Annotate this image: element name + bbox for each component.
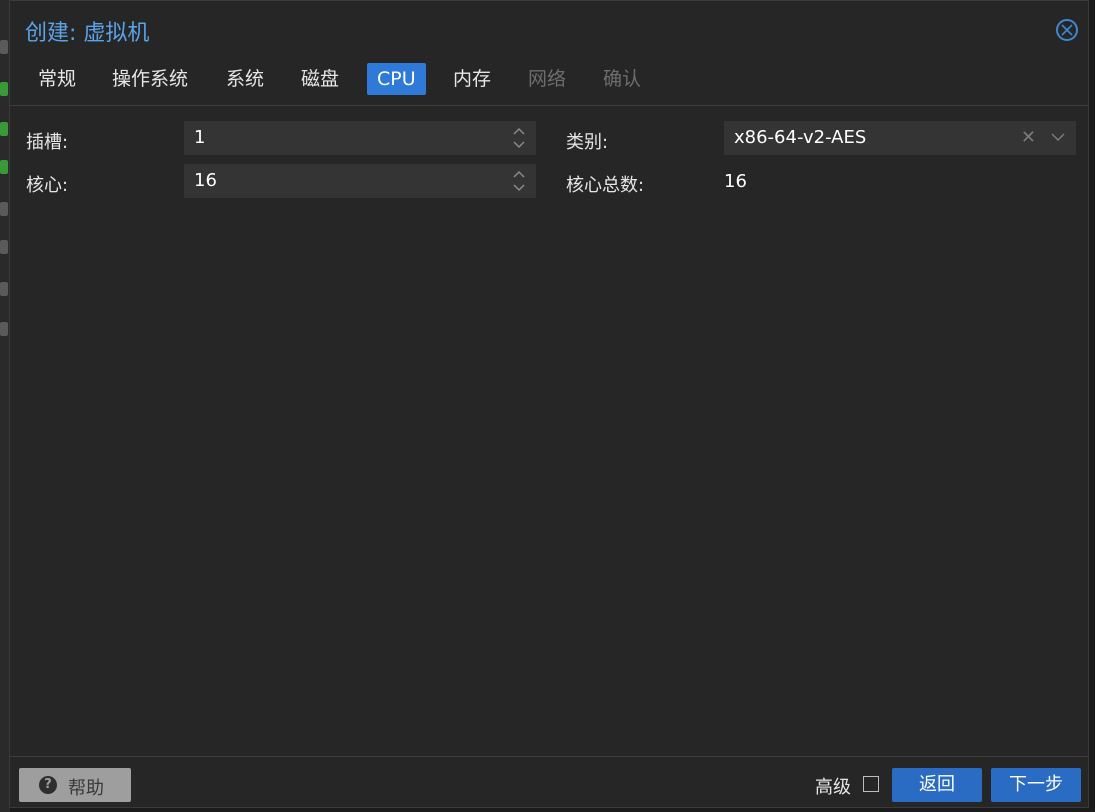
cpu-type-value: x86-64-v2-AES [734,127,867,148]
tab-confirm: 确认 [603,68,642,90]
tab-disks[interactable]: 磁盘 [291,63,349,95]
spinner-icon[interactable] [512,125,526,151]
vm-running-icon [0,160,8,174]
server-icon [0,40,8,54]
dialog-footer: ? 帮助 高级 返回 下一步 [10,756,1088,807]
cores-value: 16 [194,170,217,191]
spinner-icon[interactable] [512,168,526,194]
advanced-checkbox[interactable] [863,776,879,792]
tab-system[interactable]: 系统 [216,63,274,95]
tab-network: 网络 [528,68,567,90]
vm-running-icon [0,122,8,136]
tab-memory[interactable]: 内存 [443,63,501,95]
close-icon [1061,24,1073,36]
question-icon: ? [39,776,57,794]
tab-cpu[interactable]: CPU [367,63,426,95]
cores-field[interactable]: 16 [184,164,536,198]
vm-running-icon [0,82,8,96]
create-vm-dialog: 创建: 虚拟机 常规 操作系统 系统 磁盘 CPU 内存 网络 确认 插槽: 1… [9,0,1089,808]
wizard-tabs: 常规 操作系统 系统 磁盘 CPU 内存 网络 确认 [10,61,1088,106]
sockets-value: 1 [194,127,206,148]
storage-icon [0,322,8,336]
storage-icon [0,240,8,254]
advanced-label: 高级 [815,777,851,798]
sockets-field[interactable]: 1 [184,121,536,155]
tab-general[interactable]: 常规 [28,63,86,95]
total-cores-value: 16 [724,171,747,192]
sockets-label: 插槽: [26,132,69,153]
dialog-title: 创建: 虚拟机 [25,21,150,46]
close-button[interactable] [1056,19,1078,41]
chevron-down-icon[interactable] [1050,129,1066,145]
clear-icon[interactable]: ✕ [1021,127,1036,148]
back-button[interactable]: 返回 [892,768,982,802]
cpu-type-select[interactable]: x86-64-v2-AES ✕ [724,121,1076,155]
storage-icon [0,282,8,296]
grid-icon [0,202,8,216]
type-label: 类别: [566,132,609,153]
tab-os[interactable]: 操作系统 [102,63,198,95]
help-button-label: 帮助 [68,778,104,799]
dialog-titlebar[interactable]: 创建: 虚拟机 [10,1,1088,57]
cores-label: 核心: [26,175,69,196]
total-cores-label: 核心总数: [566,175,645,196]
next-button[interactable]: 下一步 [991,768,1081,802]
help-button[interactable]: ? 帮助 [19,768,131,802]
